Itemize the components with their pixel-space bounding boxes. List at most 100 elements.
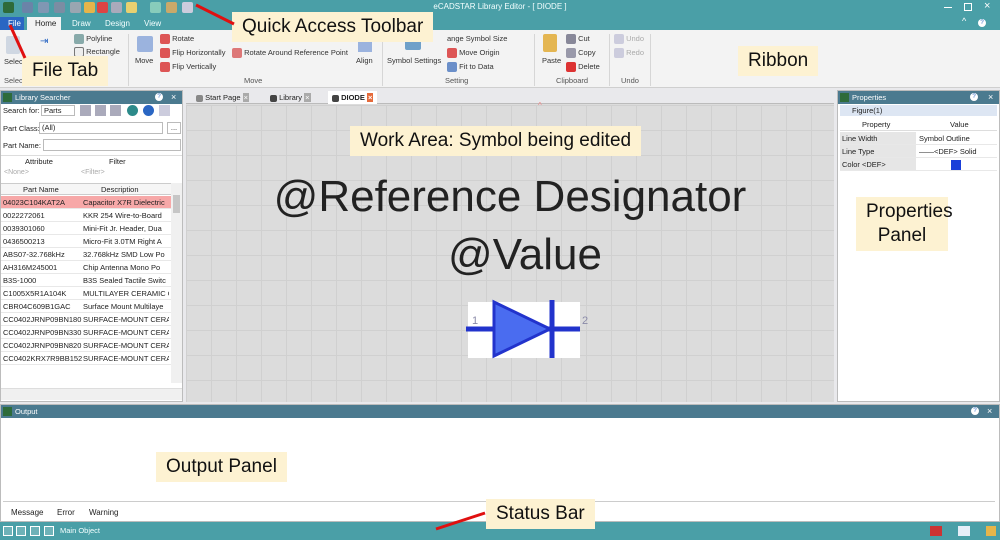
- property-value-cell[interactable]: [916, 158, 996, 170]
- delete-button[interactable]: Delete: [566, 62, 600, 73]
- output-header: Output ? ×: [1, 405, 999, 418]
- table-row[interactable]: AH316M245001 Chip Antenna Mono Po: [1, 261, 171, 274]
- move-origin-button[interactable]: Move Origin: [447, 48, 500, 59]
- tab-library[interactable]: Library ×: [266, 91, 315, 104]
- undo-button[interactable]: Undo: [614, 34, 644, 45]
- scrollbar-thumb[interactable]: [173, 195, 180, 213]
- snap-icon[interactable]: [958, 526, 970, 536]
- table-row[interactable]: 0436500213 Micro-Fit 3.0TM Right A: [1, 235, 171, 248]
- cut-button[interactable]: Cut: [566, 34, 590, 45]
- reference-designator-text[interactable]: @Reference Designator: [186, 172, 834, 222]
- ribbon-collapse-icon[interactable]: ^: [962, 16, 966, 26]
- status-icon[interactable]: [30, 526, 40, 536]
- tab-close-icon[interactable]: ×: [242, 93, 250, 102]
- move-button[interactable]: Move: [135, 56, 153, 65]
- close-icon[interactable]: ×: [984, 0, 990, 12]
- symbol-settings-button[interactable]: Symbol Settings: [387, 56, 441, 65]
- panel-help-icon[interactable]: ?: [155, 93, 163, 101]
- part-class-browse-button[interactable]: ...: [167, 122, 181, 134]
- part-name-cell: CC0402JRNP09BN330: [3, 328, 82, 337]
- paste-icon[interactable]: [543, 34, 557, 52]
- tab-draw[interactable]: Draw: [64, 17, 99, 30]
- tab-error[interactable]: Error: [57, 508, 75, 517]
- panel-close-icon[interactable]: ×: [987, 405, 992, 418]
- fit-to-data-button[interactable]: Fit to Data: [447, 62, 494, 73]
- tab-start-page[interactable]: Start Page ×: [192, 91, 253, 104]
- property-row[interactable]: Line Type ——<DEF> Solid: [840, 145, 997, 158]
- property-value-cell[interactable]: Symbol Outline: [916, 132, 996, 144]
- copy-button[interactable]: Copy: [566, 48, 596, 59]
- table-row[interactable]: C1005X5R1A104K MULTILAYER CERAMIC C: [1, 287, 171, 300]
- web-search-icon[interactable]: [127, 105, 138, 116]
- filter-placeholder[interactable]: <Filter>: [81, 169, 105, 176]
- polyline-button[interactable]: Polyline: [74, 34, 112, 45]
- tab-message[interactable]: Message: [11, 508, 43, 517]
- notes-icon[interactable]: [986, 526, 996, 536]
- property-value-cell[interactable]: ——<DEF> Solid: [916, 145, 996, 157]
- tab-close-icon[interactable]: ×: [366, 93, 374, 102]
- change-symbol-size-button[interactable]: ange Symbol Size: [447, 34, 507, 43]
- parts-scrollbar[interactable]: [171, 183, 182, 383]
- value-text[interactable]: @Value: [186, 230, 864, 280]
- diode-symbol[interactable]: 1 2: [458, 296, 598, 366]
- status-tool-icon[interactable]: [930, 526, 942, 536]
- search-for-select[interactable]: Parts: [41, 105, 75, 116]
- table-row[interactable]: 0039301060 Mini-Fit Jr. Header, Dua: [1, 222, 171, 235]
- table-row[interactable]: B3S-1000 B3S Sealed Tactile Switc: [1, 274, 171, 287]
- main-object-dropdown[interactable]: Main Object: [58, 525, 128, 537]
- search-tool-icon[interactable]: [110, 105, 121, 116]
- parts-horizontal-scrollbar[interactable]: [1, 388, 182, 400]
- tab-diode[interactable]: DIODE ×: [328, 91, 378, 104]
- part-class-select[interactable]: (All): [39, 122, 163, 134]
- color-swatch[interactable]: [951, 160, 961, 170]
- tab-view[interactable]: View: [136, 17, 169, 30]
- table-row[interactable]: 04023C104KAT2A Capacitor X7R Dielectric: [1, 196, 171, 209]
- property-row[interactable]: Line Width Symbol Outline: [840, 132, 997, 145]
- paste-button[interactable]: Paste: [542, 56, 561, 65]
- tab-close-icon[interactable]: ×: [304, 93, 311, 102]
- panel-close-icon[interactable]: ×: [171, 91, 176, 104]
- fit-to-data-icon: [447, 62, 457, 73]
- flip-horizontal-button[interactable]: Flip Horizontally: [160, 48, 225, 59]
- attribute-placeholder[interactable]: <None>: [4, 169, 29, 176]
- move-icon[interactable]: [137, 36, 153, 52]
- tab-design[interactable]: Design: [97, 17, 138, 30]
- select-button[interactable]: Selec: [4, 57, 23, 66]
- redo-button[interactable]: Redo: [614, 48, 644, 59]
- status-icon[interactable]: [44, 526, 54, 536]
- panel-help-icon[interactable]: ?: [970, 93, 978, 101]
- library-tab-icon: [270, 94, 277, 102]
- description-column-header[interactable]: Description: [101, 185, 139, 194]
- tab-warning[interactable]: Warning: [89, 508, 119, 517]
- status-icon[interactable]: [3, 526, 13, 536]
- select-icon[interactable]: [6, 36, 20, 54]
- part-name-input[interactable]: [43, 139, 181, 151]
- tab-home[interactable]: Home: [27, 17, 61, 30]
- search-tool-icon[interactable]: [80, 105, 91, 116]
- property-row[interactable]: Color <DEF>: [840, 158, 997, 171]
- help-icon[interactable]: ?: [978, 19, 986, 27]
- gear-icon[interactable]: [143, 105, 154, 116]
- panel-help-icon[interactable]: ?: [971, 407, 979, 415]
- clear-search-icon[interactable]: [159, 105, 170, 116]
- status-icon[interactable]: [16, 526, 26, 536]
- tab-file[interactable]: File: [0, 17, 24, 30]
- part-name-column-header[interactable]: Part Name: [23, 185, 59, 194]
- table-row[interactable]: CC0402KRX7R9BB152SURFACE-MOUNT CERA: [1, 352, 171, 365]
- flip-vertical-button[interactable]: Flip Vertically: [160, 62, 216, 73]
- search-tool-icon[interactable]: [95, 105, 106, 116]
- table-row[interactable]: CC0402JRNP09BN330 SURFACE-MOUNT CERA: [1, 326, 171, 339]
- maximize-icon[interactable]: [964, 3, 972, 11]
- table-row[interactable]: CBR04C609B1GAC Surface Mount Multilaye: [1, 300, 171, 313]
- panel-close-icon[interactable]: ×: [988, 91, 993, 104]
- pin-icon[interactable]: ⇥: [40, 36, 60, 47]
- table-row[interactable]: CC0402JRNP09BN820 SURFACE-MOUNT CERA: [1, 339, 171, 352]
- table-row[interactable]: ABS07-32.768kHz 32.768kHz SMD Low Po: [1, 248, 171, 261]
- align-button[interactable]: Align: [356, 56, 373, 65]
- table-row[interactable]: CC0402JRNP09BN180 SURFACE-MOUNT CERA: [1, 313, 171, 326]
- rotate-reference-button[interactable]: Rotate Around Reference Point: [232, 48, 348, 59]
- table-row[interactable]: 0022272061 KKR 254 Wire-to-Board: [1, 209, 171, 222]
- figure-tree-item[interactable]: Figure(1): [840, 105, 997, 116]
- minimize-icon[interactable]: [944, 7, 952, 8]
- rotate-button[interactable]: Rotate: [160, 34, 194, 45]
